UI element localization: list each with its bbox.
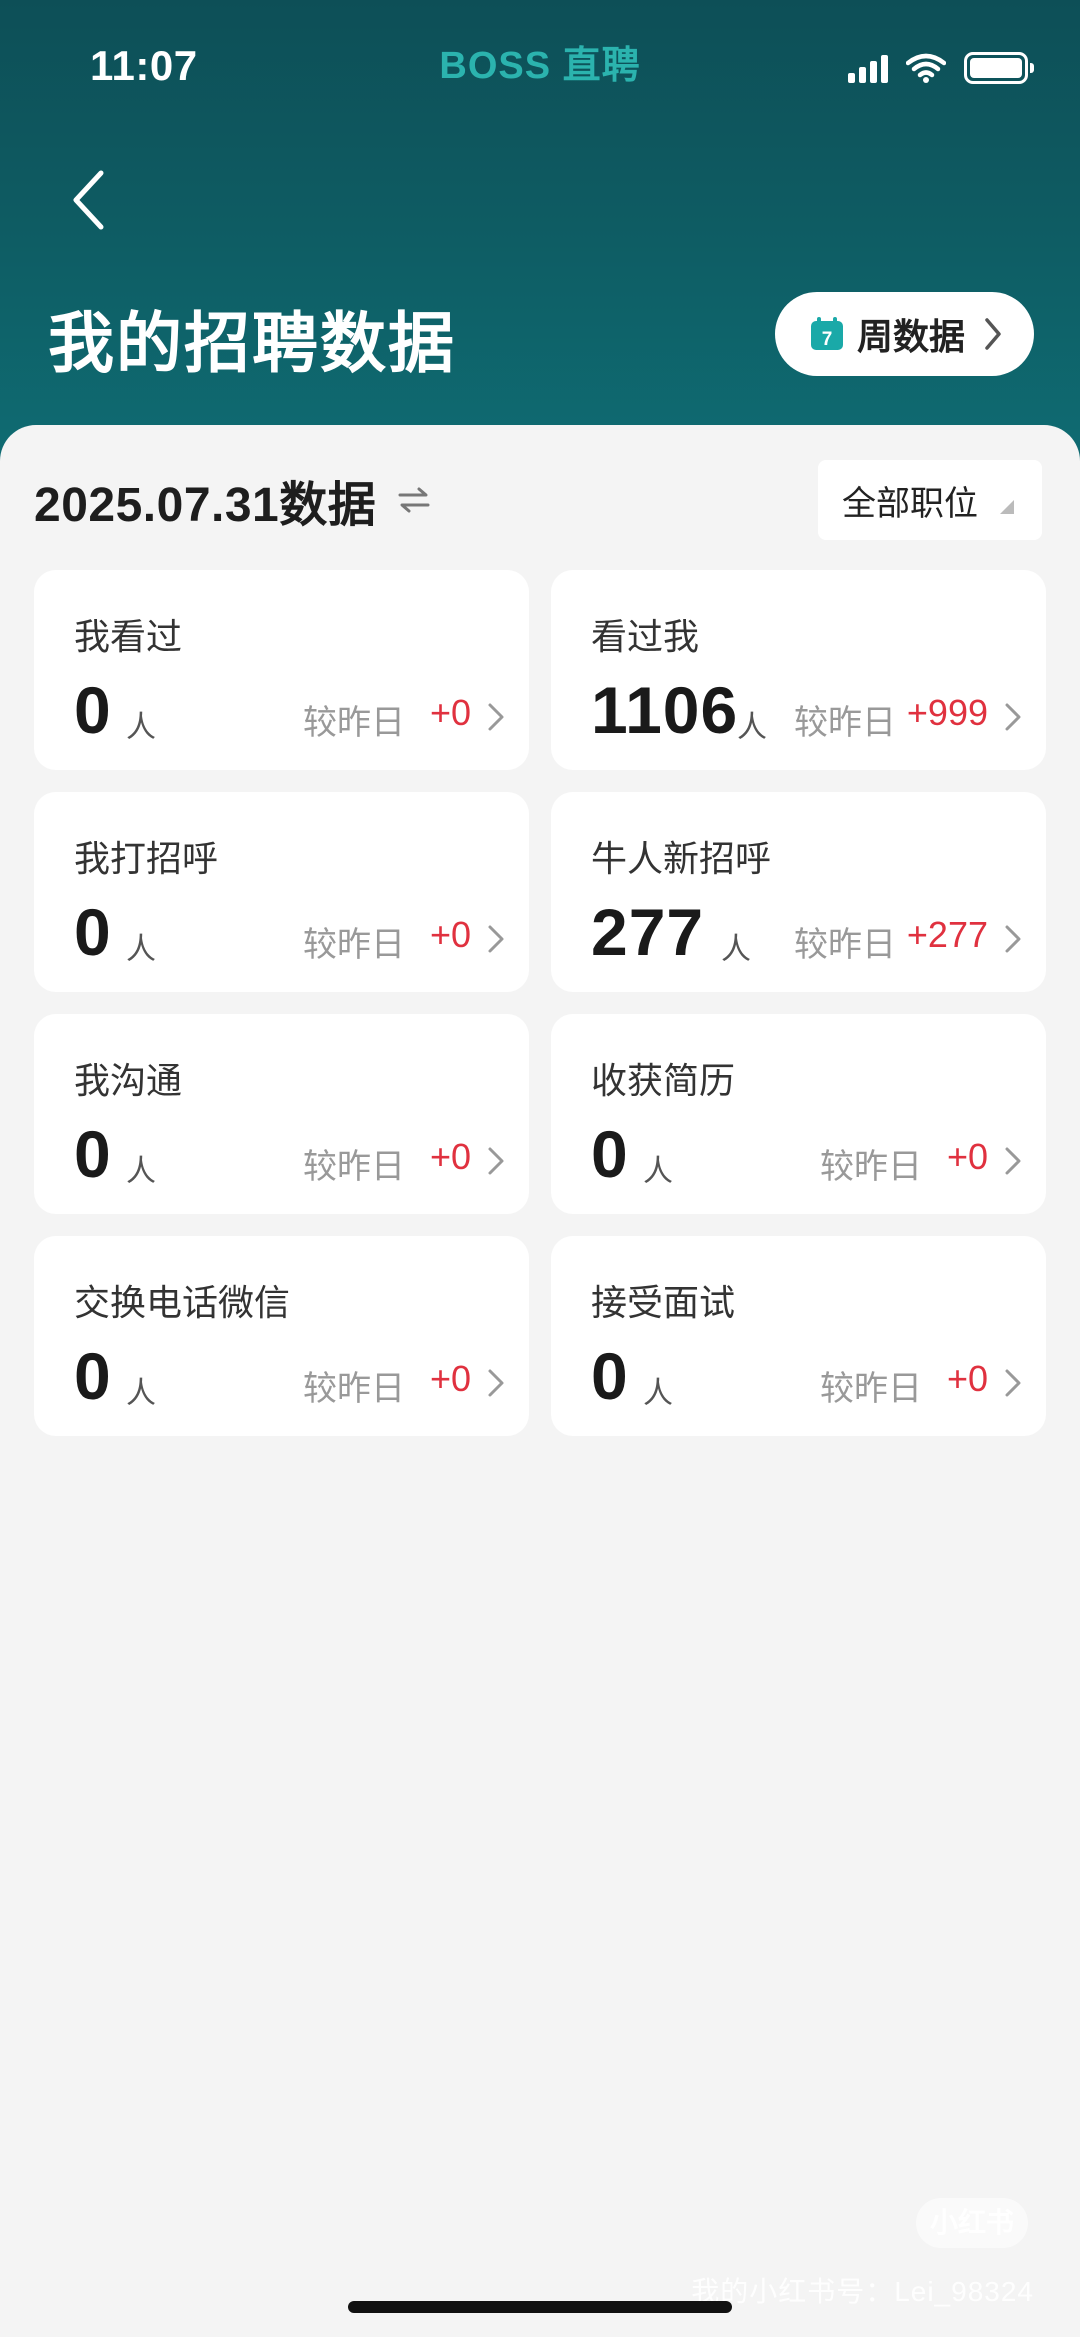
calendar-icon: 7 (811, 317, 843, 350)
back-button[interactable] (58, 160, 118, 240)
card-title: 看过我 (591, 616, 700, 657)
chevron-right-icon (488, 1147, 504, 1175)
card-value: 277 (591, 895, 705, 969)
card-title: 我打招呼 (74, 838, 219, 879)
card-title: 我看过 (74, 616, 183, 657)
position-filter-dropdown[interactable]: 全部职位 (818, 460, 1042, 540)
card-unit: 人 (126, 1155, 156, 1188)
chevron-right-icon (488, 1369, 504, 1397)
stat-card-interviews[interactable]: 接受面试 0 人 较昨日 +0 (551, 1236, 1046, 1436)
card-title: 交换电话微信 (74, 1282, 291, 1323)
card-compare-label: 较昨日 (303, 704, 405, 742)
card-value: 1106 (591, 673, 739, 747)
date-row: 2025.07.31数据 (34, 465, 434, 535)
stat-card-new-greetings[interactable]: 牛人新招呼 277 人 较昨日 +277 (551, 792, 1046, 992)
stat-card-exchange-contact[interactable]: 交换电话微信 0 人 较昨日 +0 (34, 1236, 529, 1436)
header: 11:07 BOSS 直聘 我的招聘数据 7 周数据 (0, 0, 1080, 470)
card-value: 0 (591, 1339, 629, 1413)
home-indicator[interactable] (348, 2301, 732, 2313)
card-title: 我沟通 (74, 1060, 183, 1101)
card-compare-label: 较昨日 (794, 704, 896, 742)
card-title: 接受面试 (591, 1282, 736, 1323)
status-icons (848, 48, 1034, 88)
wifi-icon (906, 53, 946, 83)
watermark-logo: 小红书 (916, 2198, 1028, 2248)
card-compare-label: 较昨日 (303, 1148, 405, 1186)
card-unit: 人 (643, 1155, 673, 1188)
card-compare-label: 较昨日 (820, 1148, 922, 1186)
card-delta: +0 (946, 1358, 988, 1399)
page-title: 我的招聘数据 (48, 306, 456, 380)
card-compare-label: 较昨日 (794, 926, 896, 964)
swap-icon[interactable] (394, 480, 434, 520)
signal-icon (848, 53, 888, 83)
chevron-right-icon (1005, 1147, 1021, 1175)
card-unit: 人 (126, 711, 156, 744)
week-data-button[interactable]: 7 周数据 (775, 292, 1034, 376)
chevron-right-icon (488, 703, 504, 731)
stat-card-greeted[interactable]: 我打招呼 0 人 较昨日 +0 (34, 792, 529, 992)
chevron-left-icon (73, 170, 104, 230)
dropdown-triangle-icon (1000, 500, 1014, 514)
card-unit: 人 (643, 1377, 673, 1410)
stat-card-communicated[interactable]: 我沟通 0 人 较昨日 +0 (34, 1014, 529, 1214)
card-unit: 人 (721, 933, 751, 966)
card-value: 0 (74, 895, 112, 969)
card-title: 牛人新招呼 (591, 838, 772, 879)
week-data-label: 周数据 (857, 316, 966, 357)
stat-card-viewed-me[interactable]: 看过我 1106 人 较昨日 +999 (551, 570, 1046, 770)
date-label: 2025.07.31数据 (34, 479, 377, 532)
chevron-right-icon (1005, 925, 1021, 953)
card-delta: +0 (946, 1136, 988, 1177)
card-value: 0 (74, 673, 112, 747)
battery-icon (964, 52, 1034, 84)
card-compare-label: 较昨日 (303, 1370, 405, 1408)
card-delta: +277 (906, 914, 988, 955)
calendar-number: 7 (822, 329, 833, 350)
card-value: 0 (74, 1117, 112, 1191)
card-unit: 人 (737, 711, 767, 744)
chevron-right-icon (1005, 1369, 1021, 1397)
card-title: 收获简历 (591, 1060, 736, 1101)
card-unit: 人 (126, 933, 156, 966)
card-delta: +999 (906, 692, 988, 733)
stat-card-viewed[interactable]: 我看过 0 人 较昨日 +0 (34, 570, 529, 770)
stat-card-resumes[interactable]: 收获简历 0 人 较昨日 +0 (551, 1014, 1046, 1214)
card-delta: +0 (429, 1358, 471, 1399)
card-delta: +0 (429, 692, 471, 733)
position-filter-label: 全部职位 (842, 484, 978, 523)
card-compare-label: 较昨日 (303, 926, 405, 964)
status-bar: 11:07 BOSS 直聘 (0, 0, 1080, 130)
card-delta: +0 (429, 914, 471, 955)
card-unit: 人 (126, 1377, 156, 1410)
card-value: 0 (591, 1117, 629, 1191)
card-value: 0 (74, 1339, 112, 1413)
card-compare-label: 较昨日 (820, 1370, 922, 1408)
watermark-text: 我的小红书号：Lei_98324 (691, 2276, 1034, 2307)
chevron-right-icon (985, 318, 1001, 350)
chevron-right-icon (488, 925, 504, 953)
chevron-right-icon (1005, 703, 1021, 731)
card-delta: +0 (429, 1136, 471, 1177)
